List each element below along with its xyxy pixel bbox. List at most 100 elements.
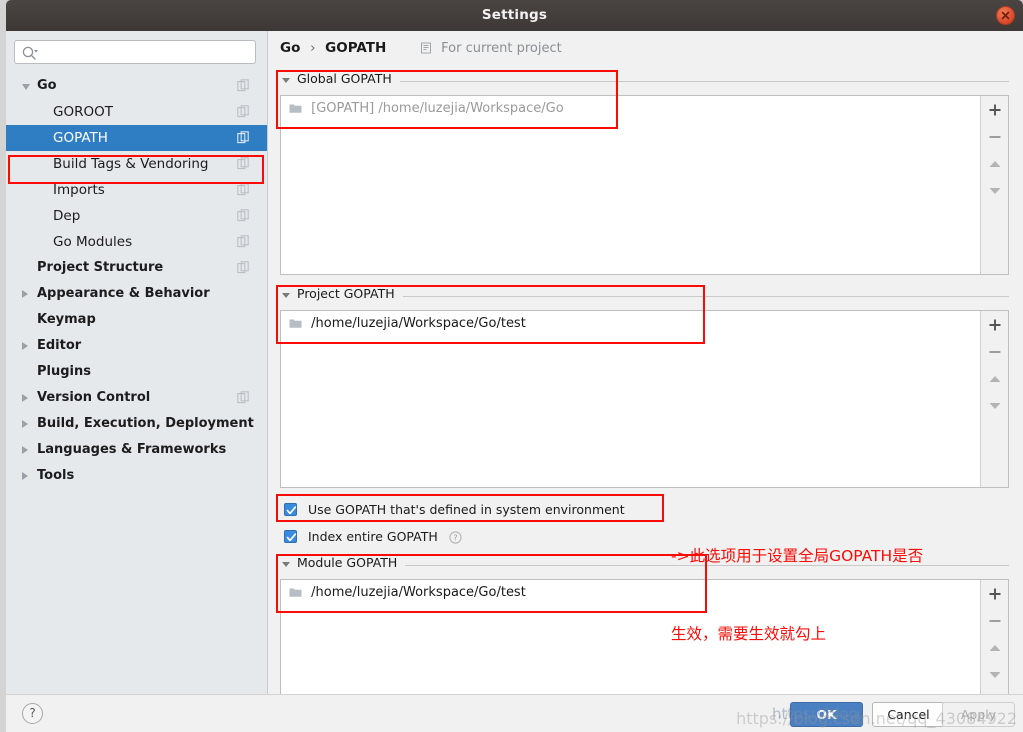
help-icon[interactable]: ? bbox=[449, 531, 462, 544]
chevron-right-icon[interactable] bbox=[22, 446, 28, 454]
check-icon bbox=[286, 506, 297, 515]
annotation-line-2: 生效，需要生效就勾上 bbox=[671, 625, 827, 643]
add-button[interactable] bbox=[981, 96, 1009, 123]
breadcrumb-current: GOPATH bbox=[325, 40, 387, 56]
close-icon[interactable] bbox=[996, 6, 1015, 25]
search-box[interactable] bbox=[14, 40, 256, 64]
dialog-footer: ? OK Cancel Apply https://blog.csdn.net/… bbox=[6, 694, 1023, 732]
move-down-button[interactable] bbox=[981, 661, 1009, 688]
section-project-header[interactable]: Project GOPATH bbox=[280, 286, 1009, 306]
checkbox-use-system-gopath[interactable]: Use GOPATH that's defined in system envi… bbox=[284, 499, 625, 521]
settings-dialog: Go GOROOT GOPATH Build Tags & Vendoring Impo… bbox=[6, 31, 1023, 732]
chevron-right-icon[interactable] bbox=[22, 394, 28, 402]
sidebar-item-label: Keymap bbox=[37, 312, 96, 327]
sidebar-item-label: Appearance & Behavior bbox=[37, 286, 210, 301]
sidebar-item-appearance-behavior[interactable]: Appearance & Behavior bbox=[6, 281, 267, 307]
project-gopath-toolbar bbox=[980, 311, 1008, 487]
folder-icon bbox=[289, 319, 302, 328]
chevron-right-icon[interactable] bbox=[22, 472, 28, 480]
sidebar-item-editor[interactable]: Editor bbox=[6, 333, 267, 359]
copy-pages-icon[interactable] bbox=[237, 261, 251, 275]
chevron-down-icon[interactable] bbox=[282, 562, 290, 567]
chevron-right-icon[interactable] bbox=[22, 420, 28, 428]
settings-tree: Go GOROOT GOPATH Build Tags & Vendoring Impo… bbox=[6, 73, 267, 489]
sidebar-item-imports[interactable]: Imports bbox=[6, 177, 267, 203]
sidebar-item-label: Editor bbox=[37, 338, 82, 353]
checkbox-indicator[interactable] bbox=[284, 503, 297, 516]
copy-pages-icon[interactable] bbox=[237, 209, 251, 223]
sidebar-item-build-tags-vendoring[interactable]: Build Tags & Vendoring bbox=[6, 151, 267, 177]
add-button[interactable] bbox=[981, 580, 1009, 607]
copy-pages-icon[interactable] bbox=[237, 391, 251, 405]
move-up-button[interactable] bbox=[981, 150, 1009, 177]
sidebar-item-label: Dep bbox=[53, 208, 81, 224]
section-project-gopath: Project GOPATH /home/luzejia/Workspace/G… bbox=[280, 286, 1009, 488]
list-item-label: [GOPATH] /home/luzejia/Workspace/Go bbox=[311, 101, 564, 116]
settings-content: Go › GOPATH For current project Global G… bbox=[268, 31, 1023, 707]
sidebar-item-keymap[interactable]: Keymap bbox=[6, 307, 267, 333]
sidebar-item-go-modules[interactable]: Go Modules bbox=[6, 229, 267, 255]
remove-button[interactable] bbox=[981, 607, 1009, 634]
sidebar-item-project-structure[interactable]: Project Structure bbox=[6, 255, 267, 281]
help-button[interactable]: ? bbox=[22, 703, 43, 724]
global-gopath-list[interactable]: [GOPATH] /home/luzejia/Workspace/Go bbox=[280, 95, 1009, 275]
chevron-right-icon[interactable] bbox=[22, 290, 28, 298]
copy-pages-icon[interactable] bbox=[237, 105, 251, 119]
annotation-line-1: ->此选项用于设置全局GOPATH是否 bbox=[671, 547, 924, 565]
check-icon bbox=[286, 533, 297, 542]
window-title: Settings bbox=[481, 7, 548, 23]
remove-button[interactable] bbox=[981, 338, 1009, 365]
move-down-button[interactable] bbox=[981, 392, 1009, 419]
move-up-button[interactable] bbox=[981, 365, 1009, 392]
sidebar-item-version-control[interactable]: Version Control bbox=[6, 385, 267, 411]
minus-icon bbox=[989, 135, 1001, 138]
copy-pages-icon[interactable] bbox=[237, 131, 251, 145]
sidebar-item-plugins[interactable]: Plugins bbox=[6, 359, 267, 385]
sidebar-item-goroot[interactable]: GOROOT bbox=[6, 99, 267, 125]
remove-button[interactable] bbox=[981, 123, 1009, 150]
sidebar-item-label: Build Tags & Vendoring bbox=[53, 156, 209, 172]
cancel-button[interactable]: Cancel bbox=[872, 702, 945, 727]
checkbox-index-entire-gopath[interactable]: Index entire GOPATH ? bbox=[284, 526, 462, 548]
chevron-down-icon[interactable] bbox=[282, 293, 290, 298]
sidebar-item-label: GOROOT bbox=[53, 104, 113, 120]
chevron-down-icon[interactable] bbox=[282, 78, 290, 83]
move-up-button[interactable] bbox=[981, 634, 1009, 661]
search-input[interactable] bbox=[41, 41, 253, 63]
sidebar-item-dep[interactable]: Dep bbox=[6, 203, 267, 229]
copy-pages-icon[interactable] bbox=[237, 79, 251, 93]
up-arrow-icon bbox=[989, 160, 1001, 167]
section-global-title: Global GOPATH bbox=[297, 71, 392, 86]
plus-icon bbox=[989, 104, 1001, 115]
svg-text:?: ? bbox=[453, 534, 457, 543]
breadcrumb-root[interactable]: Go bbox=[280, 40, 300, 56]
settings-sidebar: Go GOROOT GOPATH Build Tags & Vendoring Impo… bbox=[6, 31, 268, 694]
project-gopath-list[interactable]: /home/luzejia/Workspace/Go/test bbox=[280, 310, 1009, 488]
list-item[interactable]: /home/luzejia/Workspace/Go/test bbox=[281, 311, 1008, 336]
section-module-title: Module GOPATH bbox=[297, 555, 398, 570]
section-global-header[interactable]: Global GOPATH bbox=[280, 71, 1009, 91]
sidebar-item-gopath[interactable]: GOPATH bbox=[6, 125, 267, 151]
sidebar-item-languages-frameworks[interactable]: Languages & Frameworks bbox=[6, 437, 267, 463]
settings-screen: Settings Go GOROOT GOPATH Build Tags & Vend… bbox=[0, 0, 1023, 732]
copy-pages-icon[interactable] bbox=[237, 157, 251, 171]
chevron-right-icon[interactable] bbox=[22, 342, 28, 350]
copy-pages-icon[interactable] bbox=[237, 183, 251, 197]
down-arrow-icon bbox=[989, 187, 1001, 194]
list-item[interactable]: [GOPATH] /home/luzejia/Workspace/Go bbox=[281, 96, 1008, 121]
sidebar-item-label: Project Structure bbox=[37, 260, 164, 275]
ok-button[interactable]: OK bbox=[790, 702, 863, 727]
apply-button: Apply bbox=[942, 702, 1015, 727]
section-global-gopath: Global GOPATH [GOPATH] /home/luzejia/Wor… bbox=[280, 71, 1009, 275]
sidebar-item-build-execution-deployment[interactable]: Build, Execution, Deployment bbox=[6, 411, 267, 437]
sidebar-item-label: Go bbox=[37, 78, 57, 93]
checkbox-indicator[interactable] bbox=[284, 530, 297, 543]
plus-icon bbox=[989, 588, 1001, 599]
chevron-down-icon[interactable] bbox=[22, 84, 30, 90]
copy-pages-icon[interactable] bbox=[237, 235, 251, 249]
move-down-button[interactable] bbox=[981, 177, 1009, 204]
add-button[interactable] bbox=[981, 311, 1009, 338]
sidebar-item-label: Languages & Frameworks bbox=[37, 442, 227, 457]
sidebar-item-tools[interactable]: Tools bbox=[6, 463, 267, 489]
sidebar-item-go[interactable]: Go bbox=[6, 73, 267, 99]
